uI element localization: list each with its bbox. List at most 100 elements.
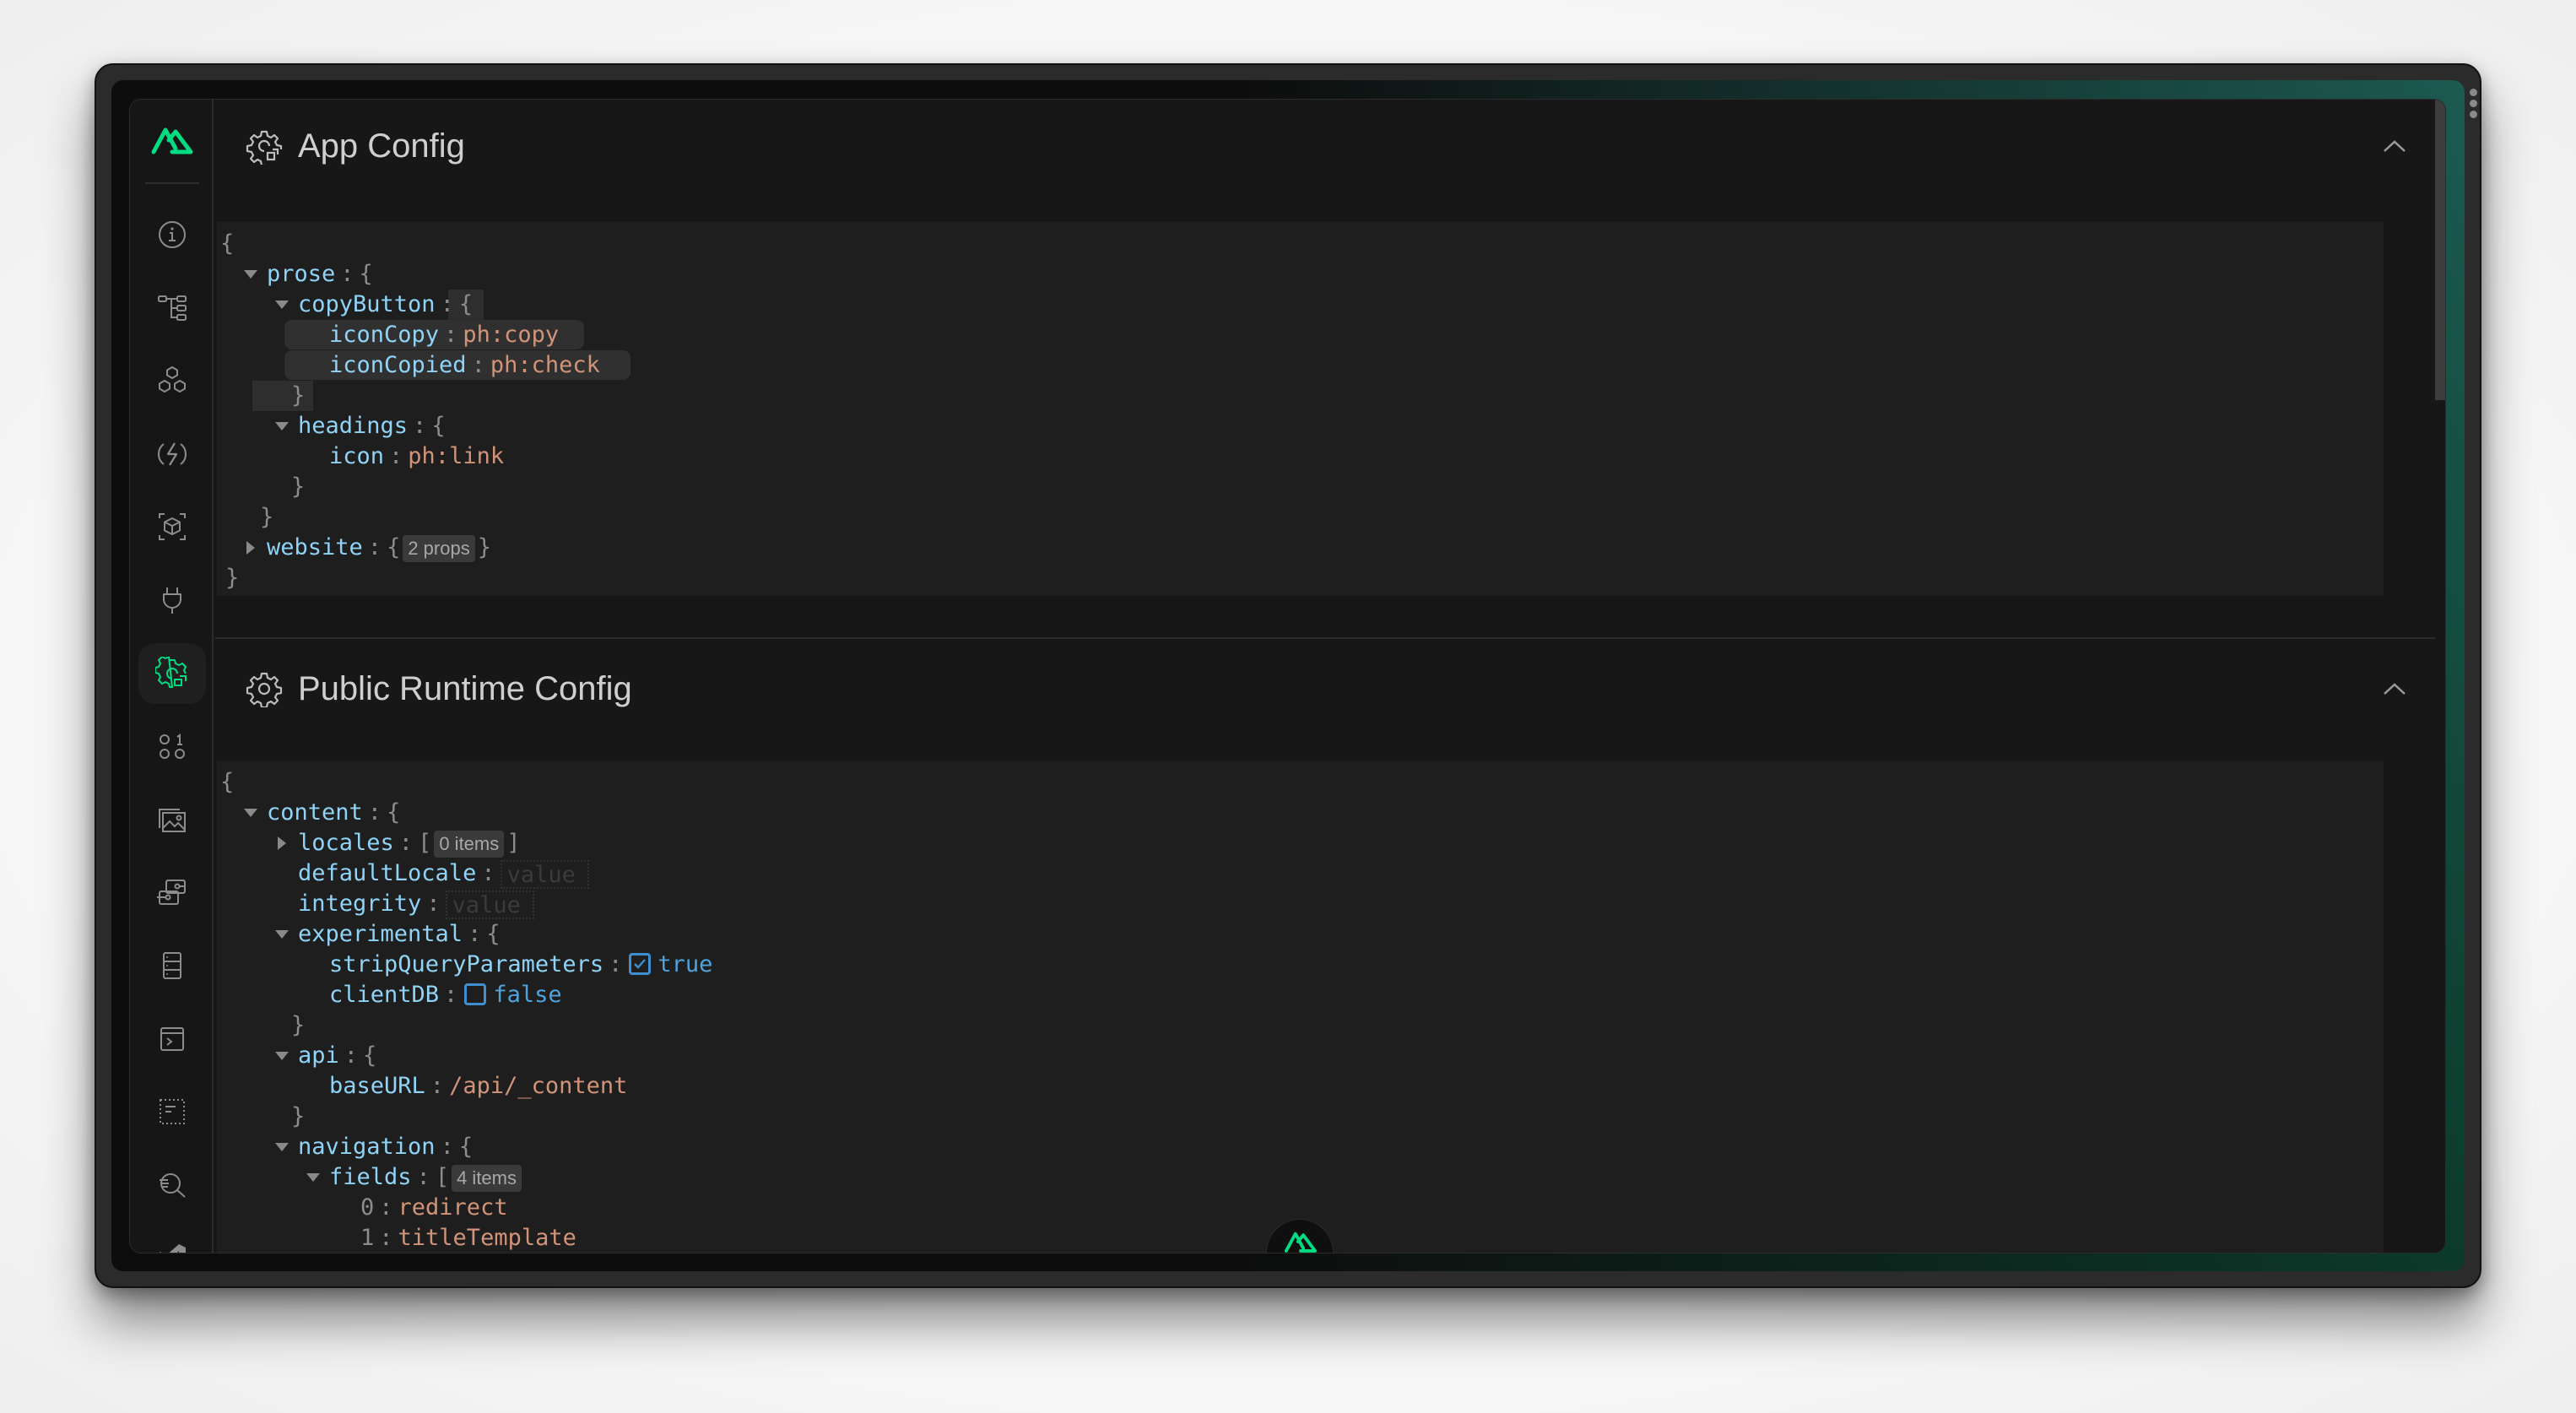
- json-key[interactable]: website: [267, 534, 363, 560]
- colon: :: [344, 1042, 359, 1069]
- collapse-triangle-icon[interactable]: [243, 259, 260, 290]
- runtime-config-icon: [155, 656, 187, 688]
- json-line: fields:[4 items: [217, 1162, 2384, 1193]
- sidebar-item-modules[interactable]: [138, 496, 206, 557]
- json-line: content:{: [217, 798, 2384, 828]
- collapse-triangle-icon[interactable]: [274, 1041, 291, 1071]
- sidebar-item-assets[interactable]: [138, 789, 206, 850]
- colon: :: [430, 1073, 445, 1099]
- expand-triangle-icon[interactable]: [243, 533, 260, 563]
- json-key[interactable]: iconCopied: [329, 352, 467, 378]
- collapsed-count-badge[interactable]: 0 items: [434, 830, 505, 858]
- json-key[interactable]: copyButton: [298, 291, 436, 317]
- sidebar-item-pages[interactable]: [138, 278, 206, 338]
- json-entry: 0: redirect: [360, 1193, 508, 1223]
- string-value[interactable]: redirect: [398, 1194, 508, 1221]
- open-bracket: [: [435, 1164, 450, 1190]
- array-index: 0: [360, 1194, 375, 1221]
- json-line: 1: titleTemplate: [217, 1223, 2384, 1253]
- json-line: locales:[0 items]: [217, 828, 2384, 858]
- json-key[interactable]: integrity: [298, 891, 421, 917]
- string-value[interactable]: ph:link: [408, 443, 504, 469]
- json-key[interactable]: iconCopy: [329, 322, 439, 348]
- nuxt-logo[interactable]: [150, 125, 194, 155]
- string-value[interactable]: titleTemplate: [398, 1225, 576, 1251]
- nuxt-devtools-toggle[interactable]: [1266, 1219, 1334, 1253]
- colon: :: [367, 799, 382, 826]
- collapse-triangle-icon[interactable]: [243, 798, 260, 828]
- section-header[interactable]: Public Runtime Config: [215, 642, 2435, 735]
- collapse-triangle-icon[interactable]: [274, 290, 291, 320]
- sidebar-item-overview[interactable]: [138, 204, 206, 265]
- json-line: integrity: value: [217, 889, 2384, 919]
- json-key[interactable]: fields: [329, 1164, 412, 1190]
- app-config-gear-icon: [246, 130, 283, 165]
- sidebar-item-inspect[interactable]: [138, 1155, 206, 1215]
- json-entry: prose:{: [267, 259, 373, 290]
- json-key[interactable]: defaultLocale: [298, 860, 476, 886]
- main-content: App Config {prose:{copyButton:{iconCopy:…: [215, 100, 2445, 1253]
- collapse-triangle-icon[interactable]: [274, 919, 291, 950]
- sidebar-item-virtual-files[interactable]: [138, 1081, 206, 1142]
- json-key[interactable]: stripQueryParameters: [329, 951, 603, 977]
- inspect-icon: [160, 1172, 186, 1198]
- open-bracket: {: [363, 1042, 377, 1069]
- sidebar-item-plugins[interactable]: [138, 570, 206, 631]
- json-entry: copyButton:{: [298, 290, 473, 320]
- string-value[interactable]: ph:check: [490, 352, 600, 378]
- more-options-dots-icon[interactable]: [2468, 89, 2478, 118]
- empty-value-input[interactable]: value: [500, 859, 589, 889]
- json-line: }: [217, 381, 2384, 411]
- sidebar-item-runtime-configs[interactable]: [138, 642, 206, 704]
- collapse-triangle-icon[interactable]: [274, 1132, 291, 1162]
- sidebar-item-terminals[interactable]: [138, 1009, 206, 1069]
- json-key[interactable]: prose: [267, 261, 335, 287]
- string-value[interactable]: /api/_content: [449, 1073, 627, 1099]
- json-entry: website:{2 props}: [267, 533, 491, 563]
- scrollbar[interactable]: [2435, 100, 2445, 400]
- sidebar-item-components[interactable]: [138, 350, 206, 411]
- colon: :: [398, 830, 414, 856]
- sidebar-item-vs-code[interactable]: [138, 1227, 206, 1253]
- open-bracket: {: [458, 291, 474, 317]
- json-key[interactable]: clientDB: [329, 982, 439, 1008]
- json-entry: locales:[0 items]: [298, 828, 521, 858]
- array-index: 1: [360, 1225, 375, 1251]
- string-value[interactable]: ph:copy: [463, 322, 559, 348]
- chevron-up-icon[interactable]: [2383, 138, 2406, 154]
- json-key[interactable]: baseURL: [329, 1073, 425, 1099]
- sidebar-item-server-routes[interactable]: [138, 862, 206, 923]
- json-line: prose:{: [217, 259, 2384, 290]
- sidebar-item-imports[interactable]: [138, 424, 206, 485]
- collapse-triangle-icon[interactable]: [306, 1162, 322, 1193]
- json-key[interactable]: api: [298, 1042, 339, 1069]
- json-key[interactable]: navigation: [298, 1134, 436, 1160]
- bracket: }: [291, 1012, 306, 1038]
- json-key[interactable]: locales: [298, 830, 394, 856]
- tree-icon: [158, 295, 187, 321]
- checkbox-unchecked[interactable]: [464, 983, 487, 1005]
- json-key[interactable]: experimental: [298, 921, 463, 947]
- json-line: baseURL:/api/_content: [217, 1071, 2384, 1102]
- json-key[interactable]: icon: [329, 443, 384, 469]
- bracket: }: [291, 474, 306, 500]
- json-tree: { content:{locales:[0 items] defaultLocale…: [217, 761, 2384, 1253]
- open-bracket: {: [359, 261, 373, 287]
- sidebar-item-payload[interactable]: [138, 716, 206, 777]
- empty-value-input[interactable]: value: [445, 890, 534, 919]
- collapse-triangle-icon[interactable]: [274, 411, 291, 441]
- section-header[interactable]: App Config: [215, 100, 2435, 192]
- checkbox-checked[interactable]: [629, 952, 652, 975]
- json-line: experimental:{: [217, 919, 2384, 950]
- collapsed-count-badge[interactable]: 2 props: [403, 534, 475, 562]
- expand-triangle-icon[interactable]: [274, 828, 291, 858]
- sidebar-item-storage[interactable]: [138, 935, 206, 996]
- assets-icon: [159, 808, 186, 832]
- info-icon: [159, 221, 186, 248]
- json-key[interactable]: content: [267, 799, 363, 826]
- chevron-up-icon[interactable]: [2383, 681, 2406, 696]
- json-line: 0: redirect: [217, 1193, 2384, 1223]
- items-count-badge[interactable]: 4 items: [452, 1164, 522, 1192]
- json-key[interactable]: headings: [298, 413, 408, 439]
- components-icon: [159, 366, 186, 393]
